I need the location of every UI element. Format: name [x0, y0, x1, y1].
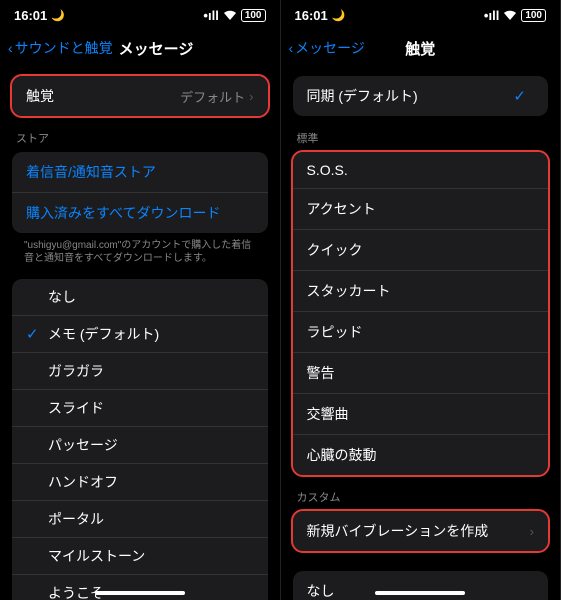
list-item[interactable]: なし — [12, 279, 268, 316]
sync-row[interactable]: 同期 (デフォルト) ✓ — [293, 76, 549, 116]
back-button[interactable]: ‹ メッセージ — [289, 38, 365, 58]
list-item[interactable]: アクセント — [293, 189, 549, 230]
ringtone-store-label: 着信音/通知音ストア — [26, 162, 156, 182]
list-item[interactable]: 警告 — [293, 353, 549, 394]
haptic-row-group: 触覚 デフォルト › — [12, 76, 268, 116]
list-item[interactable]: ハンドオフ — [12, 464, 268, 501]
sync-group: 同期 (デフォルト) ✓ — [293, 76, 549, 116]
none-label: なし — [307, 581, 335, 600]
standard-header: 標準 — [281, 116, 561, 152]
standard-list: S.O.S. アクセント クイック スタッカート ラピッド 警告 交響曲 心臓の… — [293, 152, 549, 475]
list-item[interactable]: スライド — [12, 390, 268, 427]
signal-icon: •ıll — [484, 8, 499, 23]
back-label: サウンドと触覚 — [15, 38, 113, 58]
list-item[interactable]: ラピッド — [293, 312, 549, 353]
status-time: 16:01 — [295, 8, 328, 23]
screen-messages-sound: 16:01 🌙 •ıll 100 ‹ サウンドと触覚 メッセージ 触覚 デフォル… — [0, 0, 281, 600]
chevron-left-icon: ‹ — [8, 40, 13, 56]
list-item[interactable]: 交響曲 — [293, 394, 549, 435]
list-item[interactable]: 心臓の鼓動 — [293, 435, 549, 475]
status-bar: 16:01 🌙 •ıll 100 — [281, 0, 561, 30]
list-item[interactable]: パッセージ — [12, 427, 268, 464]
list-item[interactable]: スタッカート — [293, 271, 549, 312]
sound-list: なし ✓メモ (デフォルト) ガラガラ スライド パッセージ ハンドオフ ポータ… — [12, 279, 268, 600]
list-item[interactable]: マイルストーン — [12, 538, 268, 575]
custom-group: 新規バイブレーションを作成 › — [293, 511, 549, 551]
status-time: 16:01 — [14, 8, 47, 23]
store-footer: "ushigyu@gmail.com"のアカウントで購入した着信音と通知音をすべ… — [0, 233, 280, 269]
list-item[interactable]: クイック — [293, 230, 549, 271]
list-item[interactable]: ようこそ — [12, 575, 268, 600]
new-vibration-row[interactable]: 新規バイブレーションを作成 › — [293, 511, 549, 551]
content: 同期 (デフォルト) ✓ 標準 S.O.S. アクセント クイック スタッカート… — [281, 66, 561, 600]
dnd-icon: 🌙 — [51, 9, 65, 22]
page-title: メッセージ — [119, 38, 194, 59]
nav-bar: ‹ サウンドと触覚 メッセージ — [0, 30, 280, 66]
haptic-row[interactable]: 触覚 デフォルト › — [12, 76, 268, 116]
screen-haptics: 16:01 🌙 •ıll 100 ‹ メッセージ 触覚 同期 (デフォルト) ✓… — [281, 0, 561, 600]
back-button[interactable]: ‹ サウンドと触覚 — [8, 38, 113, 58]
content: 触覚 デフォルト › ストア 着信音/通知音ストア 購入済みをすべてダウンロード… — [0, 66, 280, 600]
status-bar: 16:01 🌙 •ıll 100 — [0, 0, 280, 30]
battery-indicator: 100 — [521, 9, 546, 22]
checkmark-icon: ✓ — [513, 87, 526, 105]
wifi-icon — [503, 8, 517, 23]
none-row[interactable]: なし — [293, 571, 549, 600]
download-all-label: 購入済みをすべてダウンロード — [26, 203, 220, 223]
ringtone-store-link[interactable]: 着信音/通知音ストア — [12, 152, 268, 193]
haptic-label: 触覚 — [26, 86, 54, 106]
home-indicator[interactable] — [375, 591, 465, 595]
haptic-value: デフォルト — [180, 87, 245, 106]
download-all-link[interactable]: 購入済みをすべてダウンロード — [12, 193, 268, 233]
sync-label: 同期 (デフォルト) — [307, 86, 418, 106]
store-group: 着信音/通知音ストア 購入済みをすべてダウンロード — [12, 152, 268, 233]
checkmark-icon: ✓ — [26, 326, 39, 343]
page-title: 触覚 — [405, 38, 435, 59]
list-item[interactable]: ガラガラ — [12, 353, 268, 390]
wifi-icon — [223, 8, 237, 23]
list-item[interactable]: ✓メモ (デフォルト) — [12, 316, 268, 353]
home-indicator[interactable] — [95, 591, 185, 595]
back-label: メッセージ — [295, 38, 365, 58]
list-item[interactable]: ポータル — [12, 501, 268, 538]
dnd-icon: 🌙 — [332, 9, 346, 22]
signal-icon: •ıll — [203, 8, 218, 23]
battery-indicator: 100 — [241, 9, 266, 22]
new-vibration-label: 新規バイブレーションを作成 — [307, 521, 489, 541]
nav-bar: ‹ メッセージ 触覚 — [281, 30, 561, 66]
chevron-right-icon: › — [249, 89, 253, 104]
store-header: ストア — [0, 116, 280, 152]
custom-header: カスタム — [281, 475, 561, 511]
chevron-right-icon: › — [530, 524, 534, 539]
chevron-left-icon: ‹ — [289, 40, 294, 56]
list-item[interactable]: S.O.S. — [293, 152, 549, 189]
none-group: なし — [293, 571, 549, 600]
